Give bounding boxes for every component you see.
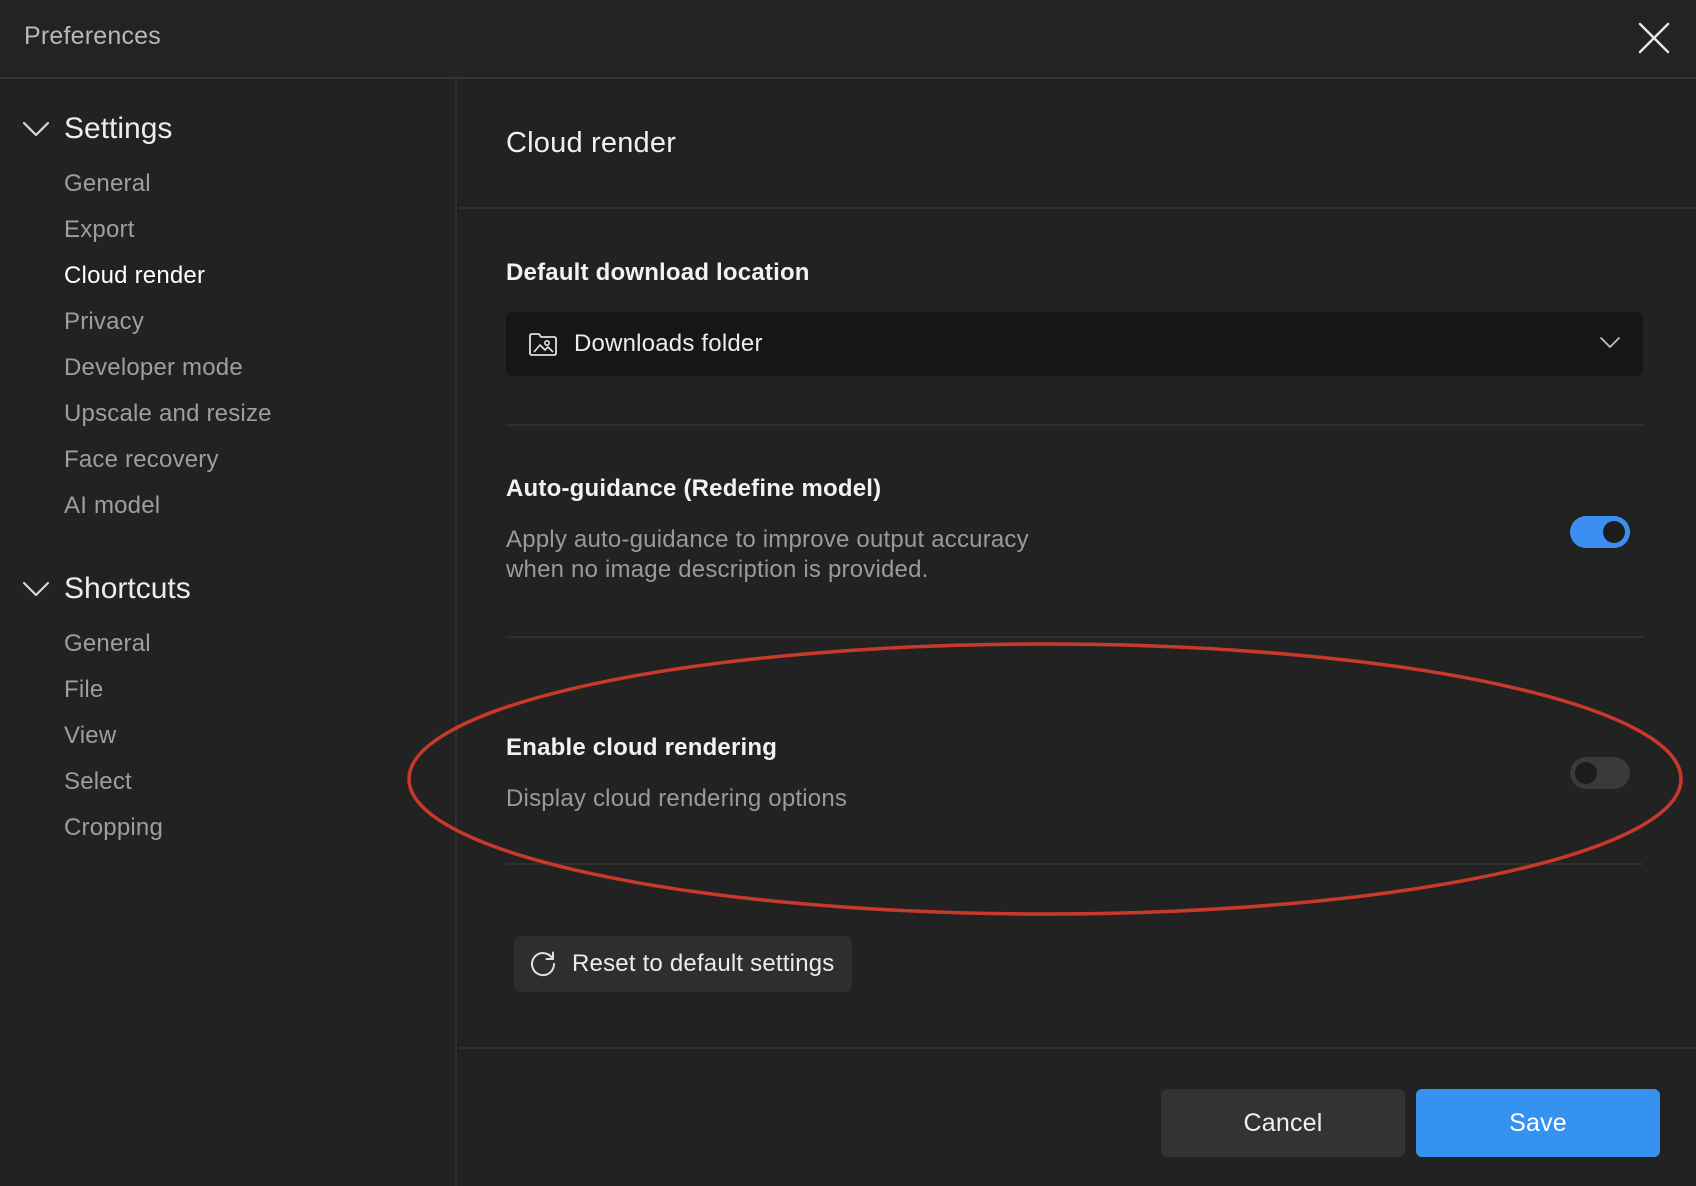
close-icon (1638, 22, 1670, 54)
close-button[interactable] (1636, 20, 1672, 56)
refresh-icon (531, 951, 556, 977)
download-location-label: Default download location (506, 259, 810, 286)
auto-guidance-description: Apply auto-guidance to improve output ac… (506, 525, 1029, 585)
sidebar-item-general[interactable]: General (64, 170, 151, 198)
reset-defaults-button[interactable]: Reset to default settings (514, 936, 853, 992)
auto-guidance-label: Auto-guidance (Redefine model) (506, 475, 882, 502)
cloud-rendering-description: Display cloud rendering options (506, 785, 848, 812)
divider (459, 207, 1696, 209)
auto-guidance-toggle[interactable] (1570, 516, 1630, 548)
sidebar-item-view[interactable]: View (64, 722, 116, 750)
sidebar-item-select[interactable]: Select (64, 768, 132, 796)
sidebar: Settings General Export Cloud render Pri… (0, 79, 457, 1186)
sidebar-item-upscale-resize[interactable]: Upscale and resize (64, 400, 272, 428)
sidebar-item-shortcuts-general[interactable]: General (64, 630, 151, 658)
sidebar-group-settings[interactable]: Settings (22, 109, 172, 149)
sidebar-item-face-recovery[interactable]: Face recovery (64, 446, 219, 474)
toggle-knob (1575, 762, 1597, 784)
toggle-knob (1603, 521, 1625, 543)
sidebar-group-label: Shortcuts (64, 572, 191, 605)
window-title: Preferences (24, 22, 161, 50)
reset-defaults-label: Reset to default settings (572, 950, 835, 977)
sidebar-item-cloud-render[interactable]: Cloud render (64, 262, 205, 290)
sidebar-group-shortcuts[interactable]: Shortcuts (22, 569, 191, 609)
main-panel: Cloud render Default download location D… (459, 79, 1696, 1186)
sidebar-item-file[interactable]: File (64, 676, 103, 704)
cancel-button[interactable]: Cancel (1161, 1089, 1405, 1157)
chevron-down-icon (1600, 337, 1620, 348)
title-bar: Preferences (0, 0, 1696, 79)
divider (506, 863, 1643, 865)
sidebar-item-developer-mode[interactable]: Developer mode (64, 354, 243, 382)
divider (506, 424, 1643, 426)
sidebar-item-cropping[interactable]: Cropping (64, 814, 163, 842)
save-button[interactable]: Save (1416, 1089, 1660, 1157)
divider (506, 636, 1643, 638)
sidebar-item-export[interactable]: Export (64, 216, 135, 244)
auto-guidance-description-line: when no image description is provided. (506, 556, 929, 583)
folder-image-icon (529, 333, 557, 356)
sidebar-item-privacy[interactable]: Privacy (64, 308, 144, 336)
chevron-down-icon (22, 581, 50, 597)
download-location-value: Downloads folder (574, 330, 763, 357)
auto-guidance-description-line: Apply auto-guidance to improve output ac… (506, 526, 1029, 553)
cloud-rendering-label: Enable cloud rendering (506, 734, 778, 761)
preferences-window: Preferences Settings General Export Clou… (0, 0, 1696, 1186)
footer-divider (459, 1047, 1696, 1049)
download-location-dropdown[interactable]: Downloads folder (506, 312, 1643, 376)
page-title: Cloud render (506, 127, 677, 159)
sidebar-item-ai-model[interactable]: AI model (64, 492, 160, 520)
sidebar-group-label: Settings (64, 112, 173, 145)
cloud-rendering-toggle[interactable] (1570, 757, 1630, 789)
chevron-down-icon (22, 121, 50, 137)
